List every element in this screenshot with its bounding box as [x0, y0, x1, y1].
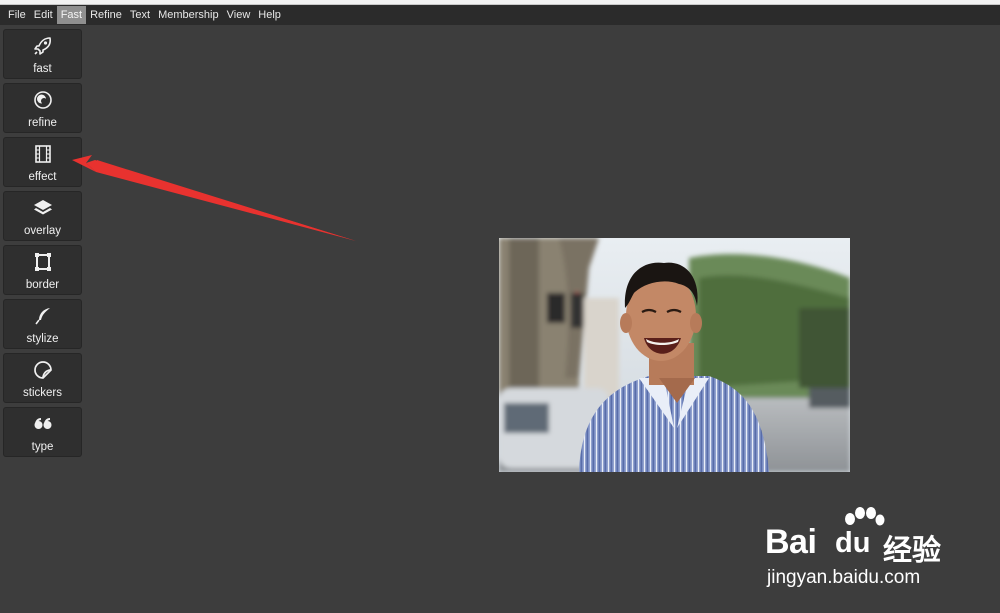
- menu-membership[interactable]: Membership: [154, 6, 223, 24]
- tool-label: fast: [33, 63, 52, 75]
- tool-type-button[interactable]: type: [3, 407, 82, 457]
- watermark-paw-text: du: [835, 527, 871, 559]
- menu-bar: File Edit Fast Refine Text Membership Vi…: [0, 5, 1000, 25]
- sticker-icon: [32, 359, 54, 381]
- menu-file[interactable]: File: [4, 6, 30, 24]
- menu-help[interactable]: Help: [254, 6, 285, 24]
- tool-fast-button[interactable]: fast: [3, 29, 82, 79]
- menu-fast[interactable]: Fast: [56, 6, 87, 24]
- tool-stylize-button[interactable]: stylize: [3, 299, 82, 349]
- tool-label: effect: [28, 171, 57, 183]
- tool-stickers-button[interactable]: stickers: [3, 353, 82, 403]
- watermark-brand: Bai: [765, 523, 817, 561]
- layers-icon: [32, 197, 54, 219]
- tool-border-button[interactable]: border: [3, 245, 82, 295]
- tool-effect-button[interactable]: effect: [3, 137, 82, 187]
- watermark-url: jingyan.baidu.com: [767, 567, 921, 588]
- tool-label: refine: [28, 117, 57, 129]
- menu-edit[interactable]: Edit: [30, 6, 57, 24]
- tool-label: type: [31, 441, 54, 453]
- baidu-watermark: Bai du 经验 jingyan.baidu.com: [765, 505, 955, 595]
- tool-refine-button[interactable]: refine: [3, 83, 82, 133]
- quote-icon: [32, 413, 54, 435]
- tool-label: stickers: [23, 387, 62, 399]
- film-icon: [32, 143, 54, 165]
- tool-overlay-button[interactable]: overlay: [3, 191, 82, 241]
- menu-view[interactable]: View: [223, 6, 255, 24]
- feather-icon: [32, 305, 54, 327]
- tool-sidebar: fast refine effect overlay border styliz…: [3, 29, 83, 461]
- tool-label: stylize: [26, 333, 59, 345]
- watermark-jingyan: 经验: [883, 533, 942, 567]
- frame-icon: [32, 251, 54, 273]
- tool-label: overlay: [23, 225, 62, 237]
- photo-canvas[interactable]: [499, 238, 850, 472]
- menu-refine[interactable]: Refine: [86, 6, 126, 24]
- menu-text[interactable]: Text: [126, 6, 154, 24]
- rocket-icon: [32, 35, 54, 57]
- refine-circle-icon: [32, 89, 54, 111]
- tool-label: border: [25, 279, 60, 291]
